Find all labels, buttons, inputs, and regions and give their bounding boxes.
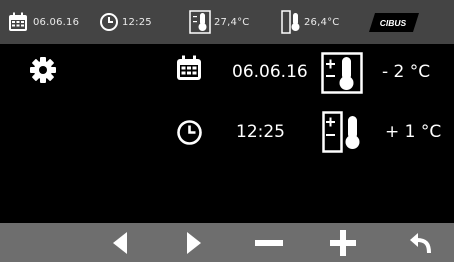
status-bar: 06.06.16 12:25 27,4°C 26,4°C CIBUS [0, 0, 454, 44]
status-inside-temp: 27,4°C [189, 0, 249, 44]
status-outside-temp-text: 26,4°C [304, 16, 340, 28]
outside-temp-offset[interactable]: + 1 °C [385, 122, 441, 142]
brand-logo-text: CIBUS [380, 18, 407, 28]
nav-left-button[interactable] [92, 223, 148, 262]
button-bar [0, 223, 454, 262]
back-arrow-icon [410, 232, 431, 253]
minus-icon [255, 239, 283, 246]
status-outside-temp: 26,4°C [281, 0, 339, 44]
triangle-left-icon [113, 231, 127, 254]
status-time-text: 12:25 [122, 16, 152, 28]
nav-right-button[interactable] [166, 223, 222, 262]
thermometer-panel-icon [281, 10, 300, 34]
status-inside-temp-text: 27,4°C [214, 16, 250, 28]
thermometer-panel-icon[interactable] [322, 111, 366, 153]
brand-logo: CIBUS [369, 13, 419, 32]
minus-button[interactable] [241, 223, 297, 262]
status-date-text: 06.06.16 [33, 16, 80, 28]
thermometer-panel-icon[interactable] [321, 52, 363, 94]
time-value[interactable]: 12:25 [236, 122, 285, 142]
plus-icon [330, 229, 356, 256]
clock-icon [100, 13, 118, 31]
inside-temp-offset[interactable]: - 2 °C [382, 62, 430, 82]
back-button[interactable] [393, 223, 449, 262]
gear-icon[interactable] [29, 56, 57, 84]
plus-button[interactable] [315, 223, 371, 262]
clock-icon[interactable] [176, 119, 203, 146]
triangle-right-icon [187, 231, 201, 254]
status-time: 12:25 [99, 0, 152, 44]
thermometer-panel-icon [189, 10, 211, 34]
status-date: 06.06.16 [8, 0, 79, 44]
calendar-icon [9, 12, 27, 31]
calendar-icon[interactable] [176, 55, 202, 81]
date-value[interactable]: 06.06.16 [232, 62, 308, 82]
